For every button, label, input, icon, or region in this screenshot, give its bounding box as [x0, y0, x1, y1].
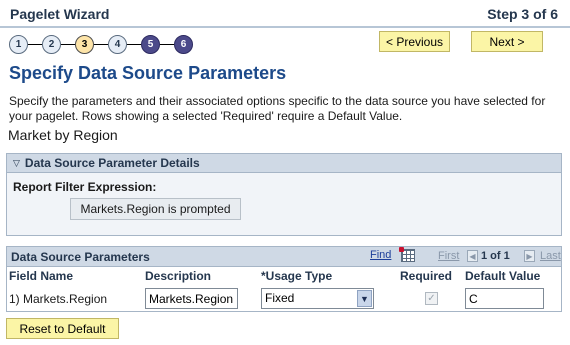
parameter-details-header[interactable]: ▽ Data Source Parameter Details — [7, 154, 561, 173]
parameters-grid: Data Source Parameters Find First ◀ 1 of… — [6, 246, 562, 312]
find-link[interactable]: Find — [370, 249, 391, 261]
wizard-stepper: 1 2 3 4 5 6 — [9, 34, 193, 54]
col-header-default-value: Default Value — [465, 269, 541, 283]
required-checkbox: ✓ — [425, 292, 438, 305]
first-link[interactable]: First — [438, 250, 459, 262]
step-connector — [160, 43, 174, 45]
step-3-current: 3 — [75, 34, 94, 54]
row-pager: 1 of 1 — [481, 250, 510, 262]
grid-header: Data Source Parameters Find First ◀ 1 of… — [7, 247, 561, 267]
grid-title: Data Source Parameters — [11, 250, 150, 264]
col-header-field-name: Field Name — [9, 269, 74, 283]
parameter-details-title: Data Source Parameter Details — [24, 156, 200, 170]
col-header-description: Description — [145, 269, 212, 283]
step-6[interactable]: 6 — [174, 34, 193, 54]
page-description: Specify the parameters and their associa… — [9, 94, 546, 123]
last-link[interactable]: Last — [540, 250, 561, 262]
previous-row-arrow-icon[interactable]: ◀ — [467, 250, 478, 262]
step-connector — [61, 43, 75, 45]
page-title: Specify Data Source Parameters — [9, 63, 287, 83]
step-5[interactable]: 5 — [141, 34, 160, 54]
col-header-required: Required — [400, 269, 453, 283]
data-source-name: Market by Region — [8, 127, 118, 143]
step-1[interactable]: 1 — [9, 34, 28, 54]
step-4[interactable]: 4 — [108, 34, 127, 54]
reset-to-default-button[interactable]: Reset to Default — [6, 318, 119, 339]
view-all-grid-icon[interactable] — [399, 247, 415, 262]
description-input[interactable] — [145, 288, 238, 309]
filter-expression-value: Markets.Region is prompted — [70, 198, 241, 220]
col-header-usage-type: *Usage Type — [261, 269, 333, 283]
previous-button[interactable]: < Previous — [379, 31, 450, 52]
chevron-down-icon[interactable]: ▼ — [357, 290, 372, 307]
wizard-title: Pagelet Wizard — [10, 6, 110, 22]
step-indicator: Step 3 of 6 — [487, 6, 558, 22]
step-connector — [127, 43, 141, 45]
next-button[interactable]: Next > — [471, 31, 543, 52]
usage-type-value: Fixed — [265, 291, 295, 305]
step-connector — [94, 43, 108, 45]
collapse-triangle-icon[interactable]: ▽ — [13, 158, 20, 169]
next-row-arrow-icon[interactable]: ▶ — [524, 250, 535, 262]
usage-type-select[interactable]: Fixed ▼ — [261, 288, 374, 309]
step-2[interactable]: 2 — [42, 34, 61, 54]
parameter-details-group: ▽ Data Source Parameter Details Report F… — [6, 153, 562, 236]
filter-expression-label: Report Filter Expression: — [13, 180, 157, 194]
wizard-header: Pagelet Wizard Step 3 of 6 — [0, 0, 570, 28]
default-value-input[interactable] — [465, 288, 544, 309]
step-connector — [28, 43, 42, 45]
field-name-cell: 1) Markets.Region — [9, 292, 108, 306]
